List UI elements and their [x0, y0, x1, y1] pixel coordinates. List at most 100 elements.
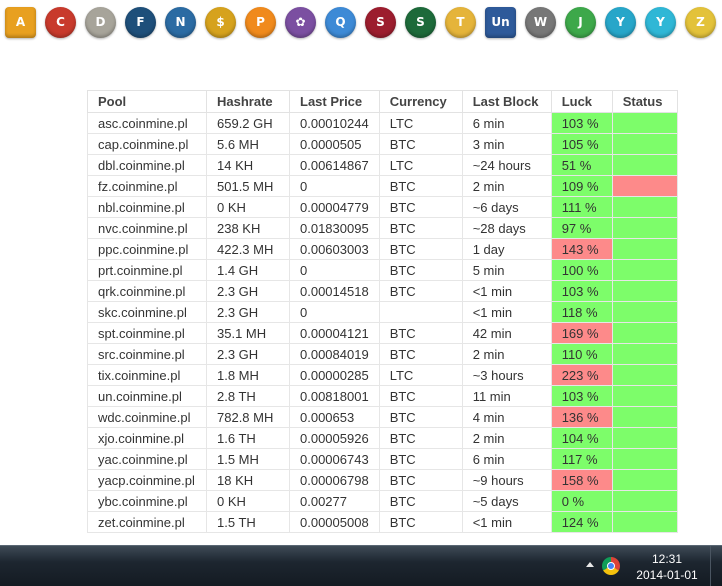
show-hidden-icons-icon[interactable]: [586, 562, 594, 567]
last-block-cell: ~28 days: [461, 217, 552, 239]
qrk-coin-icon[interactable]: Q: [325, 6, 356, 38]
header-luck[interactable]: Luck: [550, 90, 613, 113]
hashrate-cell: 1.5 MH: [206, 448, 290, 470]
luck-cell: 118 %: [550, 301, 613, 323]
table-row: yacp.coinmine.pl 18 KH 0.00006798 BTC ~9 hou…: [87, 469, 678, 491]
table-row: zet.coinmine.pl 1.5 TH 0.00005008 BTC <1 min…: [87, 511, 678, 533]
table-header-row: Pool Hashrate Last Price Currency Last B…: [87, 90, 678, 113]
luck-cell: 51 %: [550, 154, 613, 176]
last-price-cell: 0: [289, 259, 380, 281]
chrome-icon[interactable]: [602, 557, 620, 575]
status-cell: [611, 385, 678, 407]
currency-cell: LTC: [378, 112, 463, 134]
hashrate-cell: 0 KH: [206, 196, 290, 218]
table-row: dbl.coinmine.pl 14 KH 0.00614867 LTC ~24 hou…: [87, 154, 678, 176]
prt-coin-icon[interactable]: ✿: [285, 6, 316, 38]
clock-time: 12:31: [651, 552, 683, 566]
pool-cell: ybc.coinmine.pl: [87, 490, 207, 512]
yacp-coin-icon[interactable]: Y: [645, 6, 676, 38]
last-price-cell: 0.00005008: [289, 511, 380, 533]
last-price-cell: 0.00818001: [289, 385, 380, 407]
pool-stats-table: Pool Hashrate Last Price Currency Last B…: [87, 90, 678, 533]
last-price-cell: 0.0000505: [289, 133, 380, 155]
last-block-cell: 1 day: [461, 238, 552, 260]
luck-cell: 0 %: [550, 490, 613, 512]
last-block-cell: 6 min: [461, 112, 552, 134]
table-row: wdc.coinmine.pl 782.8 MH 0.000653 BTC 4 min 1…: [87, 406, 678, 428]
table-row: src.coinmine.pl 2.3 GH 0.00084019 BTC 2 min 1…: [87, 343, 678, 365]
yac-coin-icon[interactable]: Y: [605, 6, 636, 38]
table-row: qrk.coinmine.pl 2.3 GH 0.00014518 BTC <1 min…: [87, 280, 678, 302]
header-hashrate[interactable]: Hashrate: [206, 90, 290, 113]
last-block-cell: 2 min: [461, 175, 552, 197]
status-cell: [611, 175, 678, 197]
show-desktop-button[interactable]: [710, 546, 722, 586]
last-block-cell: ~6 days: [461, 196, 552, 218]
currency-cell: BTC: [378, 427, 463, 449]
pool-cell: spt.coinmine.pl: [87, 322, 207, 344]
system-clock[interactable]: 12:31 2014-01-01: [630, 551, 704, 583]
table-row: un.coinmine.pl 2.8 TH 0.00818001 BTC 11 min 1…: [87, 385, 678, 407]
fz-coin-icon[interactable]: F: [125, 6, 156, 38]
pool-cell: qrk.coinmine.pl: [87, 280, 207, 302]
pool-cell: wdc.coinmine.pl: [87, 406, 207, 428]
luck-cell: 223 %: [550, 364, 613, 386]
header-last-price[interactable]: Last Price: [289, 90, 380, 113]
header-currency[interactable]: Currency: [378, 90, 463, 113]
last-price-cell: 0: [289, 175, 380, 197]
nvc-coin-icon[interactable]: $: [205, 6, 236, 38]
zet-coin-icon[interactable]: Z: [685, 6, 716, 38]
currency-cell: BTC: [378, 322, 463, 344]
hashrate-cell: 0 KH: [206, 490, 290, 512]
nbl-coin-icon[interactable]: N: [165, 6, 196, 38]
table-row: asc.coinmine.pl 659.2 GH 0.00010244 LTC 6 mi…: [87, 112, 678, 134]
status-cell: [611, 343, 678, 365]
dbl-coin-icon[interactable]: D: [85, 6, 116, 38]
ppc-coin-icon[interactable]: P: [245, 6, 276, 38]
header-status[interactable]: Status: [611, 90, 678, 113]
un-coin-icon[interactable]: Un: [485, 6, 516, 38]
last-price-cell: 0: [289, 301, 380, 323]
asc-coin-icon[interactable]: A: [5, 6, 36, 38]
last-price-cell: 0.00006743: [289, 448, 380, 470]
last-block-cell: 2 min: [461, 343, 552, 365]
status-cell: [611, 469, 678, 491]
currency-cell: BTC: [378, 280, 463, 302]
hashrate-cell: 1.4 GH: [206, 259, 290, 281]
pool-cell: dbl.coinmine.pl: [87, 154, 207, 176]
currency-cell: BTC: [378, 133, 463, 155]
last-block-cell: ~9 hours: [461, 469, 552, 491]
hashrate-cell: 501.5 MH: [206, 175, 290, 197]
last-block-cell: 11 min: [461, 385, 552, 407]
currency-cell: BTC: [378, 259, 463, 281]
header-last-block[interactable]: Last Block: [461, 90, 552, 113]
spt-coin-icon[interactable]: S: [405, 6, 436, 38]
hashrate-cell: 782.8 MH: [206, 406, 290, 428]
xjo-coin-icon[interactable]: J: [565, 6, 596, 38]
hashrate-cell: 1.6 TH: [206, 427, 290, 449]
wdc-coin-icon[interactable]: W: [525, 6, 556, 38]
last-price-cell: 0.00010244: [289, 112, 380, 134]
cap-coin-icon[interactable]: C: [45, 6, 76, 38]
currency-cell: BTC: [378, 343, 463, 365]
table-row: fz.coinmine.pl 501.5 MH 0 BTC 2 min 109 %: [87, 175, 678, 197]
luck-cell: 110 %: [550, 343, 613, 365]
src-coin-icon[interactable]: T: [445, 6, 476, 38]
table-row: ppc.coinmine.pl 422.3 MH 0.00603003 BTC 1 da…: [87, 238, 678, 260]
last-block-cell: 3 min: [461, 133, 552, 155]
skc-coin-icon[interactable]: S: [365, 6, 396, 38]
last-price-cell: 0.00277: [289, 490, 380, 512]
status-cell: [611, 154, 678, 176]
status-cell: [611, 490, 678, 512]
hashrate-cell: 422.3 MH: [206, 238, 290, 260]
luck-cell: 104 %: [550, 427, 613, 449]
table-row: xjo.coinmine.pl 1.6 TH 0.00005926 BTC 2 min 1…: [87, 427, 678, 449]
pool-cell: asc.coinmine.pl: [87, 112, 207, 134]
header-pool[interactable]: Pool: [87, 90, 207, 113]
pool-cell: yac.coinmine.pl: [87, 448, 207, 470]
table-body: asc.coinmine.pl 659.2 GH 0.00010244 LTC 6 mi…: [87, 112, 678, 533]
luck-cell: 158 %: [550, 469, 613, 491]
currency-cell: BTC: [378, 511, 463, 533]
hashrate-cell: 35.1 MH: [206, 322, 290, 344]
luck-cell: 143 %: [550, 238, 613, 260]
